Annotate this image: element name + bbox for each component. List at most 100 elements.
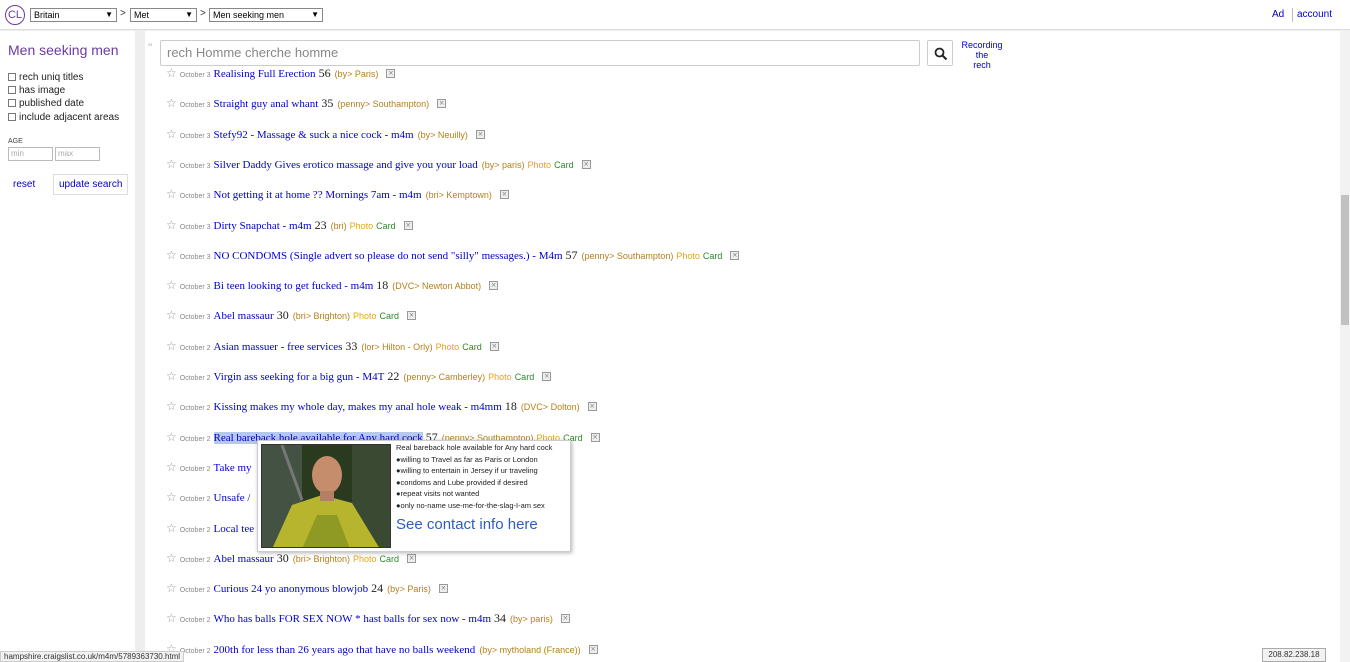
- quote-icon: ": [148, 41, 153, 55]
- listing-location: (bri> Brighton): [292, 553, 350, 564]
- hide-posting-icon[interactable]: [489, 339, 499, 353]
- listing-title-link[interactable]: Abel massaur: [214, 553, 274, 565]
- hide-posting-icon[interactable]: [499, 187, 509, 201]
- checkbox[interactable]: [8, 113, 16, 121]
- hide-posting-icon[interactable]: [437, 96, 447, 110]
- listing-title-link[interactable]: Virgin ass seeking for a big gun - M4T: [214, 371, 385, 383]
- category-select[interactable]: Men seeking men ▼: [209, 8, 323, 22]
- listing-age: 57: [565, 247, 578, 262]
- filter-published-date[interactable]: published date: [8, 98, 84, 109]
- favorite-star-icon[interactable]: ☆: [166, 278, 177, 292]
- hide-posting-icon[interactable]: [587, 399, 597, 413]
- listing-date: October 3: [179, 132, 211, 140]
- listing-age: 18: [504, 399, 517, 414]
- update-search-button[interactable]: update search: [53, 174, 129, 195]
- hide-posting-icon[interactable]: [560, 611, 570, 625]
- hide-posting-icon[interactable]: [386, 66, 396, 80]
- listing-title-link[interactable]: Unsafe /: [214, 492, 251, 504]
- favorite-star-icon[interactable]: ☆: [166, 339, 177, 353]
- checkbox[interactable]: [8, 86, 16, 94]
- listing-title-link[interactable]: Local tee: [214, 523, 255, 535]
- page-scrollbar[interactable]: [1340, 31, 1350, 662]
- favorite-star-icon[interactable]: ☆: [166, 551, 177, 565]
- favorite-star-icon[interactable]: ☆: [166, 490, 177, 504]
- hide-posting-icon[interactable]: [407, 308, 417, 322]
- listing-title-link[interactable]: 200th for less than 26 years ago that ha…: [214, 644, 476, 656]
- area-select[interactable]: Britain ▼: [30, 8, 117, 22]
- subarea-select[interactable]: Met ▼: [130, 8, 197, 22]
- favorite-star-icon[interactable]: ☆: [166, 308, 177, 322]
- listing-title-link[interactable]: Kissing makes my whole day, makes my ana…: [214, 401, 502, 413]
- listing-title-link[interactable]: Not getting it at home ?? Mornings 7am -…: [214, 189, 422, 201]
- listing-title-link[interactable]: Who has balls FOR SEX NOW * hast balls f…: [214, 613, 492, 625]
- favorite-star-icon[interactable]: ☆: [166, 218, 177, 232]
- listing-date: October 2: [179, 526, 211, 534]
- hide-posting-icon[interactable]: [407, 551, 417, 565]
- listing-date: October 2: [179, 587, 211, 595]
- listing-row: ☆ October 2 200th for less than 26 years a…: [166, 642, 598, 656]
- listing-title-link[interactable]: NO CONDOMS (Single advert so please do n…: [214, 250, 563, 262]
- listing-title-link[interactable]: Straight guy anal whant: [214, 98, 319, 110]
- listing-date: October 2: [179, 647, 211, 655]
- account-link[interactable]: account: [1297, 9, 1332, 20]
- card-badge: Card: [514, 372, 535, 382]
- favorite-star-icon[interactable]: ☆: [166, 399, 177, 413]
- favorite-star-icon[interactable]: ☆: [166, 460, 177, 474]
- search-button[interactable]: [927, 40, 953, 66]
- listing-title-link[interactable]: Asian massuer - free services: [214, 341, 343, 353]
- listing-title-link[interactable]: Bi teen looking to get fucked - m4m: [214, 280, 374, 292]
- checkbox[interactable]: [8, 73, 16, 81]
- hide-posting-icon[interactable]: [403, 218, 413, 232]
- listing-title-link[interactable]: Take my: [214, 462, 252, 474]
- listing-row: ☆ October 2 Abel massaur 30 (bri> Brighton) P…: [166, 550, 417, 565]
- favorite-star-icon[interactable]: ☆: [166, 248, 177, 262]
- listing-row: ☆ October 2 Kissing makes my whole day, ma…: [166, 399, 597, 413]
- listing-location: (lor> Hilton - Orly): [361, 341, 433, 352]
- card-badge: Card: [379, 311, 400, 322]
- favorite-star-icon[interactable]: ☆: [166, 66, 177, 80]
- hide-posting-icon[interactable]: [438, 581, 448, 595]
- hide-posting-icon[interactable]: [581, 157, 591, 171]
- age-min-input[interactable]: min: [8, 147, 53, 161]
- listing-title-link[interactable]: Curious 24 yo anonymous blowjob: [214, 583, 369, 595]
- hide-posting-icon[interactable]: [730, 248, 740, 262]
- listing-row: ☆ October 2 Who has balls FOR SEX NOW * ha…: [166, 611, 570, 625]
- favorite-star-icon[interactable]: ☆: [166, 521, 177, 535]
- category-title: Men seeking men: [8, 42, 119, 58]
- checkbox[interactable]: [8, 99, 16, 107]
- listing-title-link[interactable]: Dirty Snapchat - m4m: [214, 220, 312, 232]
- favorite-star-icon[interactable]: ☆: [166, 127, 177, 141]
- filter-adjacent-areas[interactable]: include adjacent areas: [8, 112, 119, 123]
- subarea-select-value: Met: [134, 10, 150, 20]
- reset-button[interactable]: reset: [13, 179, 35, 190]
- scrollbar-thumb[interactable]: [1341, 195, 1349, 325]
- age-max-input[interactable]: max: [55, 147, 100, 161]
- contact-info-link[interactable]: See contact info here: [396, 516, 538, 533]
- filter-has-image[interactable]: has image: [8, 85, 65, 96]
- hide-posting-icon[interactable]: [489, 278, 499, 292]
- favorite-star-icon[interactable]: ☆: [166, 581, 177, 595]
- listing-title-link[interactable]: Realising Full Erection: [214, 68, 316, 80]
- hide-posting-icon[interactable]: [590, 430, 600, 444]
- hide-posting-icon[interactable]: [542, 369, 552, 383]
- listing-age: 56: [318, 66, 331, 80]
- favorite-star-icon[interactable]: ☆: [166, 187, 177, 201]
- favorite-star-icon[interactable]: ☆: [166, 611, 177, 625]
- favorite-star-icon[interactable]: ☆: [166, 157, 177, 171]
- post-ad-link[interactable]: Ad: [1272, 9, 1284, 20]
- favorite-star-icon[interactable]: ☆: [166, 96, 177, 110]
- favorite-star-icon[interactable]: ☆: [166, 369, 177, 383]
- listing-title-link[interactable]: Abel massaur: [214, 310, 274, 322]
- search-input[interactable]: rech Homme cherche homme: [160, 40, 920, 66]
- filter-uniq-titles[interactable]: rech uniq titles: [8, 72, 83, 83]
- favorite-star-icon[interactable]: ☆: [166, 430, 177, 444]
- listing-age: 35: [321, 96, 334, 111]
- listing-date: October 3: [179, 162, 211, 170]
- craigslist-logo[interactable]: CL: [5, 5, 25, 25]
- hide-posting-icon[interactable]: [588, 642, 598, 656]
- listing-title-link[interactable]: Stefy92 - Massage & suck a nice cock - m…: [214, 129, 414, 141]
- listing-title-link[interactable]: Silver Daddy Gives erotico massage and g…: [214, 159, 478, 171]
- hide-posting-icon[interactable]: [475, 127, 485, 141]
- save-search-link[interactable]: Recording the rech: [960, 40, 1004, 70]
- listing-age: 30: [276, 550, 289, 565]
